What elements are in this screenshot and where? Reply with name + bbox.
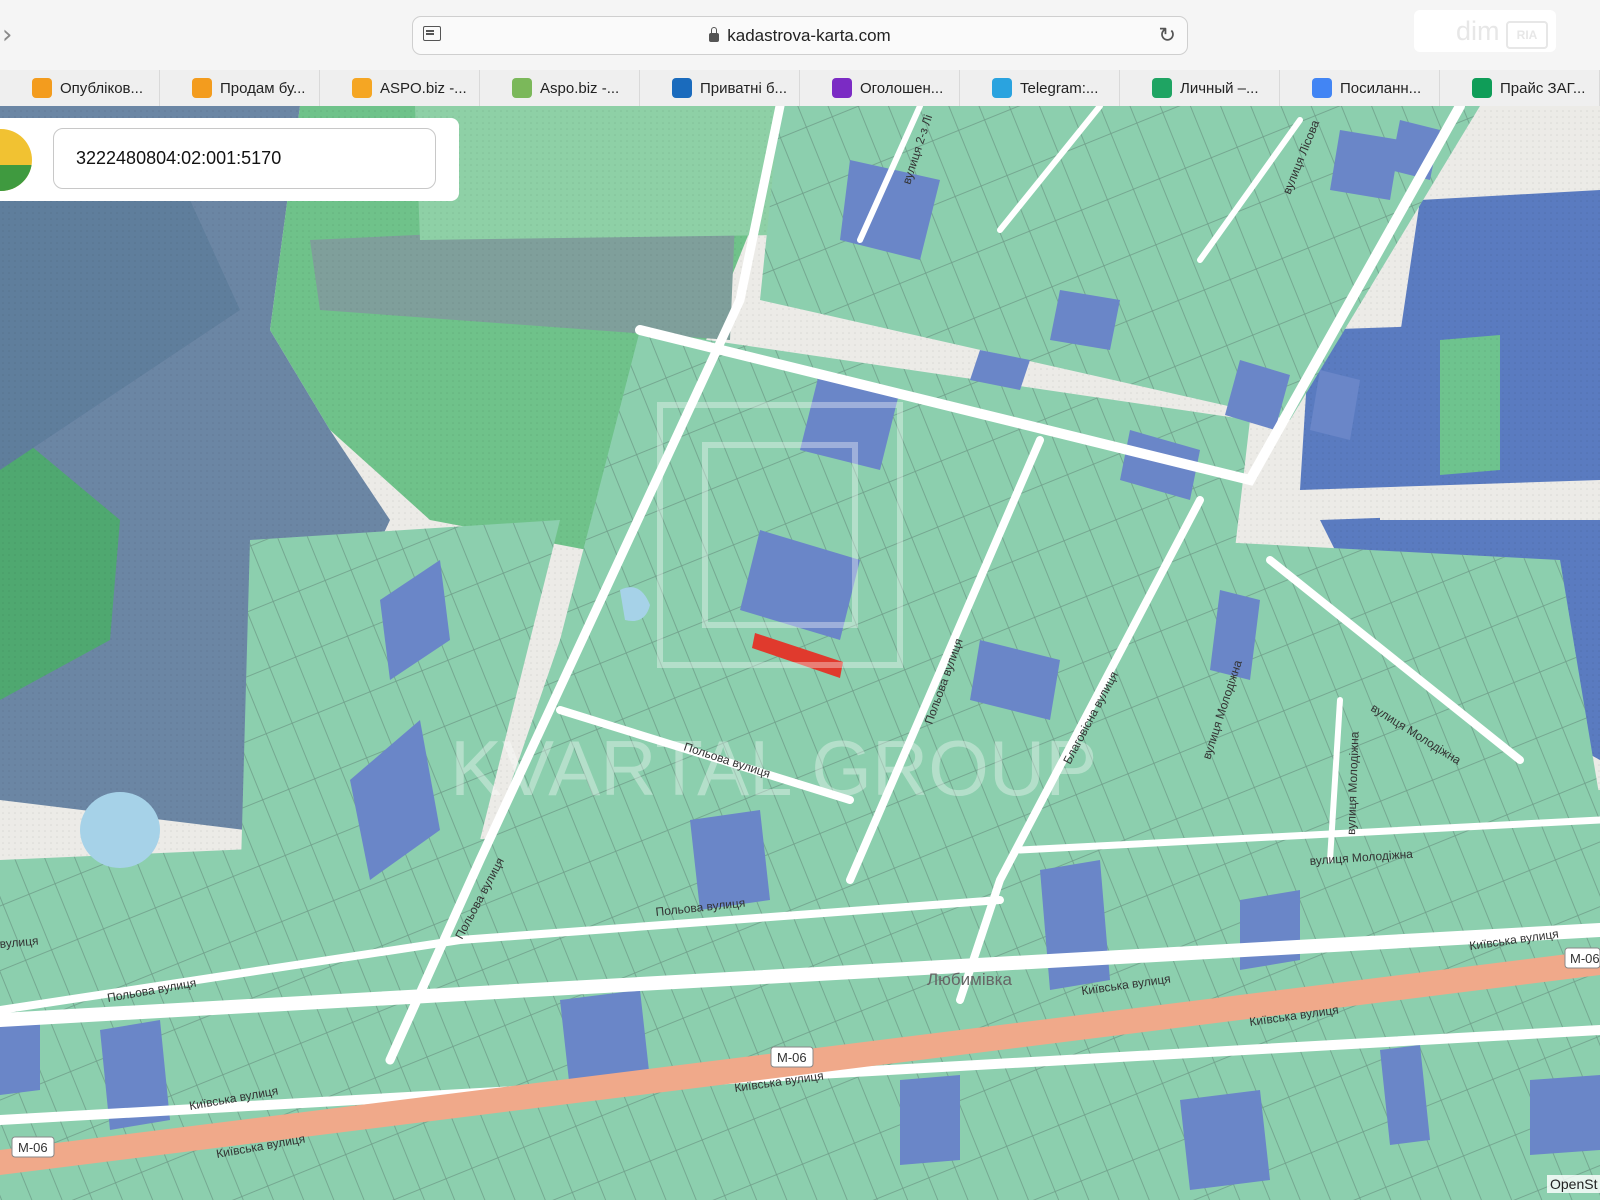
google-sheets-icon xyxy=(1472,78,1492,98)
cadastral-map[interactable]: KVARTAL GROUP вулиця 2-з Лі вулиця Лісов… xyxy=(0,106,1600,1200)
app-logo-icon[interactable] xyxy=(0,129,32,191)
bookmarks-bar: Опубліков... Продам бу... ASPO.biz -... Asp… xyxy=(0,70,1600,107)
url-text: kadastrova-karta.com xyxy=(727,26,891,45)
bookmark-item[interactable]: Личный –... xyxy=(1120,70,1280,106)
envelope-icon xyxy=(512,78,532,98)
orange-checkbox-icon xyxy=(32,78,52,98)
bookmark-label: ASPO.biz -... xyxy=(380,79,467,97)
bookmark-label: Оголошен... xyxy=(860,79,944,97)
aspo-logo-icon xyxy=(352,78,372,98)
bookmark-label: Личный –... xyxy=(1180,79,1259,97)
bookmark-label: Telegram:... xyxy=(1020,79,1099,97)
cadastral-number-input[interactable] xyxy=(53,128,436,189)
forward-chevron-icon[interactable]: › xyxy=(2,20,12,50)
dim-ria-extension-badge[interactable]: dim RIA xyxy=(1414,10,1556,52)
bookmark-label: Прайс ЗАГ... xyxy=(1500,79,1586,97)
dim-text: dim xyxy=(1456,16,1500,46)
olx-logo-icon xyxy=(672,78,692,98)
village-label: Любимівка xyxy=(927,970,1012,989)
url-display: kadastrova-karta.com xyxy=(413,26,1187,46)
telegram-icon xyxy=(992,78,1012,98)
lock-icon xyxy=(709,27,720,42)
browser-toolbar: › kadastrova-karta.com ↻ dim RIA xyxy=(0,0,1600,70)
reload-icon[interactable]: ↻ xyxy=(1158,23,1176,47)
cadastral-search-panel xyxy=(0,118,459,201)
bookmark-item[interactable]: Продам бу... xyxy=(160,70,320,106)
google-docs-icon xyxy=(1312,78,1332,98)
orange-checkbox-icon xyxy=(192,78,212,98)
road-shield-label: M-06 xyxy=(1570,951,1600,966)
bookmark-label: Продам бу... xyxy=(220,79,306,97)
bookmark-label: Опубліков... xyxy=(60,79,144,97)
address-bar[interactable]: kadastrova-karta.com ↻ xyxy=(412,16,1188,55)
road-shield-label: M-06 xyxy=(777,1050,807,1065)
ria-logo-icon: RIA xyxy=(1506,21,1548,49)
watermark-text: KVARTAL GROUP xyxy=(450,724,1097,812)
bookmark-item[interactable]: Оголошен... xyxy=(800,70,960,106)
map-attribution[interactable]: OpenSt xyxy=(1547,1175,1600,1193)
bookmark-label: Aspo.biz -... xyxy=(540,79,620,97)
purple-pin-icon xyxy=(832,78,852,98)
bookmark-item[interactable]: Посиланн... xyxy=(1280,70,1440,106)
bookmark-item[interactable]: Прайс ЗАГ... xyxy=(1440,70,1600,106)
road-shield-label: M-06 xyxy=(18,1140,48,1155)
bookmark-label: Посиланн... xyxy=(1340,79,1422,97)
bookmark-label: Приватні б... xyxy=(700,79,788,97)
bookmark-item[interactable]: Telegram:... xyxy=(960,70,1120,106)
google-drive-icon xyxy=(1152,78,1172,98)
bookmark-item[interactable]: ASPO.biz -... xyxy=(320,70,480,106)
bookmark-item[interactable]: Приватні б... xyxy=(640,70,800,106)
bookmark-item[interactable]: Aspo.biz -... xyxy=(480,70,640,106)
bookmark-item[interactable]: Опубліков... xyxy=(0,70,160,106)
